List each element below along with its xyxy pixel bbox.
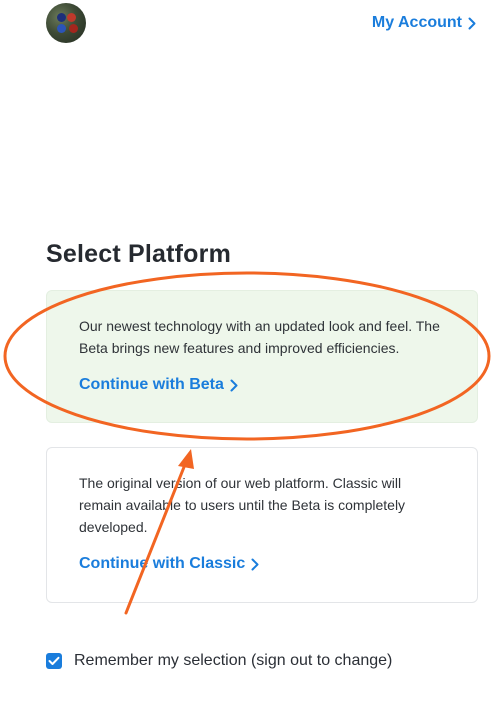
platform-card-classic: The original version of our web platform… — [46, 447, 478, 603]
check-icon — [48, 656, 60, 665]
chevron-right-icon — [251, 558, 259, 570]
platform-description: Our newest technology with an updated lo… — [79, 318, 440, 356]
remember-selection[interactable]: Remember my selection (sign out to chang… — [46, 652, 392, 670]
platform-description: The original version of our web platform… — [79, 475, 406, 535]
chevron-right-icon — [230, 379, 238, 391]
platform-card-beta: Our newest technology with an updated lo… — [46, 290, 478, 423]
avatar-badge-icon — [57, 24, 66, 33]
avatar-badge-icon — [57, 13, 66, 22]
page-title: Select Platform — [46, 240, 232, 268]
continue-with-classic-label: Continue with Classic — [79, 555, 246, 572]
remember-checkbox[interactable] — [46, 653, 62, 669]
remember-label: Remember my selection (sign out to chang… — [74, 652, 393, 669]
avatar-badge-icon — [67, 13, 76, 22]
avatar-badge-icon — [69, 24, 78, 33]
continue-with-beta-label: Continue with Beta — [79, 376, 224, 393]
continue-with-beta-link[interactable]: Continue with Beta — [79, 376, 238, 394]
avatar[interactable] — [46, 3, 86, 43]
my-account-link[interactable]: My Account — [372, 13, 476, 33]
continue-with-classic-link[interactable]: Continue with Classic — [79, 555, 259, 573]
my-account-label: My Account — [371, 14, 462, 31]
chevron-right-icon — [468, 17, 476, 29]
